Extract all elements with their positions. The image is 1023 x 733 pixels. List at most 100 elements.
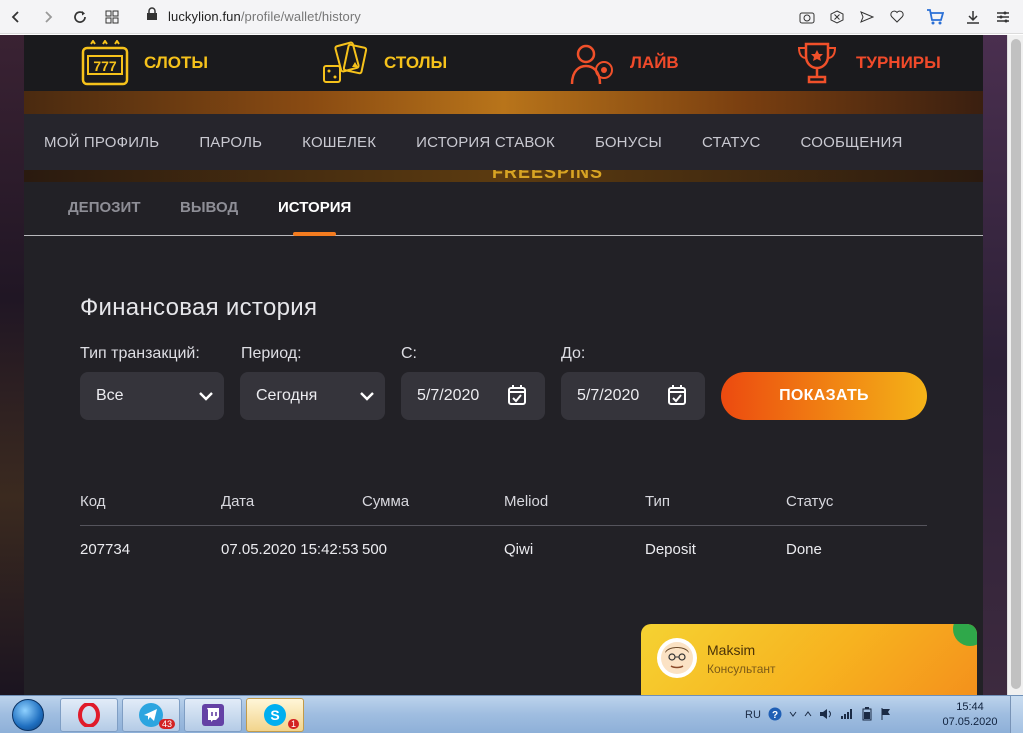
tab-deposit[interactable]: ДЕПОЗИТ xyxy=(68,199,140,216)
avatar xyxy=(657,638,697,678)
category-live[interactable]: ЛАЙВ xyxy=(566,35,679,91)
cell-type: Deposit xyxy=(645,541,696,558)
heart-icon[interactable] xyxy=(887,7,907,27)
show-desktop-button[interactable] xyxy=(1010,696,1023,733)
reload-icon[interactable] xyxy=(64,1,96,33)
cards-dice-icon xyxy=(320,40,370,86)
freespins-text: FREESPINS xyxy=(492,170,604,182)
date-to-input[interactable]: 5/7/2020 xyxy=(561,372,705,420)
chat-agent-role: Консультант xyxy=(707,662,776,676)
svg-text:?: ? xyxy=(772,710,778,721)
calendar-icon[interactable] xyxy=(667,384,687,406)
category-label: ЛАЙВ xyxy=(630,53,679,72)
taskbar-skype[interactable]: S 1 xyxy=(246,698,304,732)
table-header-amount: Сумма xyxy=(362,493,410,510)
calendar-icon[interactable] xyxy=(507,384,527,406)
cell-amount: 500 xyxy=(362,541,388,558)
category-label: ТУРНИРЫ xyxy=(856,53,941,72)
back-icon[interactable] xyxy=(0,1,32,33)
period-select[interactable]: Сегодня xyxy=(240,372,385,420)
cell-method: Qiwi xyxy=(504,541,534,558)
date-from-input[interactable]: 5/7/2020 xyxy=(401,372,545,420)
profile-nav-bonuses[interactable]: БОНУСЫ xyxy=(595,134,662,151)
browser-toolbar: luckylion.fun/profile/wallet/history xyxy=(0,0,1023,34)
profile-nav-wallet[interactable]: КОШЕЛЕК xyxy=(302,134,376,151)
address-bar[interactable]: luckylion.fun/profile/wallet/history xyxy=(136,4,797,30)
chat-agent-name: Maksim xyxy=(707,642,756,658)
network-icon[interactable] xyxy=(840,708,854,723)
start-button[interactable] xyxy=(2,697,54,733)
period-label: Период: xyxy=(241,345,302,362)
cart-icon[interactable] xyxy=(925,7,945,27)
cell-status: Done xyxy=(786,541,822,558)
tab-history[interactable]: ИСТОРИЯ xyxy=(278,199,351,216)
url-path: /profile/wallet/history xyxy=(240,9,361,24)
profile-nav: МОЙ ПРОФИЛЬ ПАРОЛЬ КОШЕЛЕК ИСТОРИЯ СТАВО… xyxy=(24,114,983,170)
chevron-down-icon xyxy=(199,392,213,401)
active-tab-indicator xyxy=(293,232,336,236)
telegram-unread-badge: 43 xyxy=(158,719,175,729)
table-header-method: Meliod xyxy=(504,493,549,510)
flag-icon[interactable] xyxy=(880,707,892,724)
category-tables[interactable]: СТОЛЫ xyxy=(320,35,447,91)
category-label: СЛОТЫ xyxy=(144,53,209,72)
show-button[interactable]: ПОКАЗАТЬ xyxy=(721,372,927,420)
settings-menu-icon[interactable] xyxy=(993,7,1013,27)
trophy-icon xyxy=(792,40,842,86)
taskbar-telegram[interactable]: 43 xyxy=(122,698,180,732)
svg-text:S: S xyxy=(270,707,279,723)
scroll-thumb[interactable] xyxy=(1011,39,1021,689)
profile-nav-my-profile[interactable]: МОЙ ПРОФИЛЬ xyxy=(44,134,159,151)
send-icon[interactable] xyxy=(857,7,877,27)
category-slots[interactable]: 777 СЛОТЫ xyxy=(80,35,208,91)
chevron-down-icon xyxy=(360,392,374,401)
lock-icon xyxy=(146,7,158,26)
date-from-value: 5/7/2020 xyxy=(417,387,480,404)
skype-unread-badge: 1 xyxy=(287,719,299,729)
speed-dial-icon[interactable] xyxy=(96,1,128,33)
date-to-label: До: xyxy=(561,345,586,362)
url-text: luckylion.fun/profile/wallet/history xyxy=(168,9,361,24)
profile-nav-messages[interactable]: СООБЩЕНИЯ xyxy=(801,134,903,151)
table-header-status: Статус xyxy=(786,493,834,510)
system-tray: RU ? xyxy=(745,696,892,733)
transaction-type-label: Тип транзакций: xyxy=(80,345,200,362)
windows-logo-icon xyxy=(12,699,44,731)
category-tournaments[interactable]: ТУРНИРЫ xyxy=(792,35,941,91)
taskbar-twitch[interactable] xyxy=(184,698,242,732)
help-icon[interactable]: ? xyxy=(768,707,782,724)
background-art-right xyxy=(983,35,1007,695)
cell-code: 207734 xyxy=(80,541,131,558)
online-indicator xyxy=(953,624,977,646)
volume-icon[interactable] xyxy=(819,708,833,723)
tab-withdraw[interactable]: ВЫВОД xyxy=(180,199,238,216)
cell-date: 07.05.2020 15:42:53 xyxy=(221,541,359,558)
expand-tray-icon[interactable] xyxy=(804,709,812,721)
clock-date: 07.05.2020 xyxy=(942,716,998,728)
camera-icon[interactable] xyxy=(797,7,817,27)
page-scrollbar[interactable] xyxy=(1007,35,1023,695)
language-indicator[interactable]: RU xyxy=(745,709,761,721)
adblock-icon[interactable] xyxy=(827,7,847,27)
battery-icon[interactable] xyxy=(861,706,873,724)
twitch-icon xyxy=(202,704,224,726)
table-header-code: Код xyxy=(80,493,106,510)
system-clock[interactable]: 15:44 07.05.2020 xyxy=(940,700,1000,730)
transaction-type-select[interactable]: Все xyxy=(80,372,224,420)
category-nav: 777 СЛОТЫ СТОЛЫ ЛАЙВ ТУРНИРЫ xyxy=(24,35,983,91)
taskbar-opera[interactable] xyxy=(60,698,118,732)
profile-nav-status[interactable]: СТАТУС xyxy=(702,134,761,151)
table-header-type: Тип xyxy=(645,493,671,510)
category-label: СТОЛЫ xyxy=(384,53,448,72)
profile-nav-password[interactable]: ПАРОЛЬ xyxy=(199,134,262,151)
forward-icon[interactable] xyxy=(32,1,64,33)
chevron-down-icon[interactable] xyxy=(789,709,797,721)
profile-nav-bet-history[interactable]: ИСТОРИЯ СТАВОК xyxy=(416,134,555,151)
support-chat-widget[interactable]: Maksim Консультант xyxy=(641,624,977,695)
windows-taskbar: 43 S 1 RU ? 15:44 07.05.2020 xyxy=(0,695,1023,733)
background-art-left xyxy=(0,35,24,695)
freespins-banner: FREESPINS xyxy=(24,170,983,182)
download-icon[interactable] xyxy=(963,7,983,27)
clock-time: 15:44 xyxy=(956,701,984,713)
table-divider xyxy=(80,525,927,526)
